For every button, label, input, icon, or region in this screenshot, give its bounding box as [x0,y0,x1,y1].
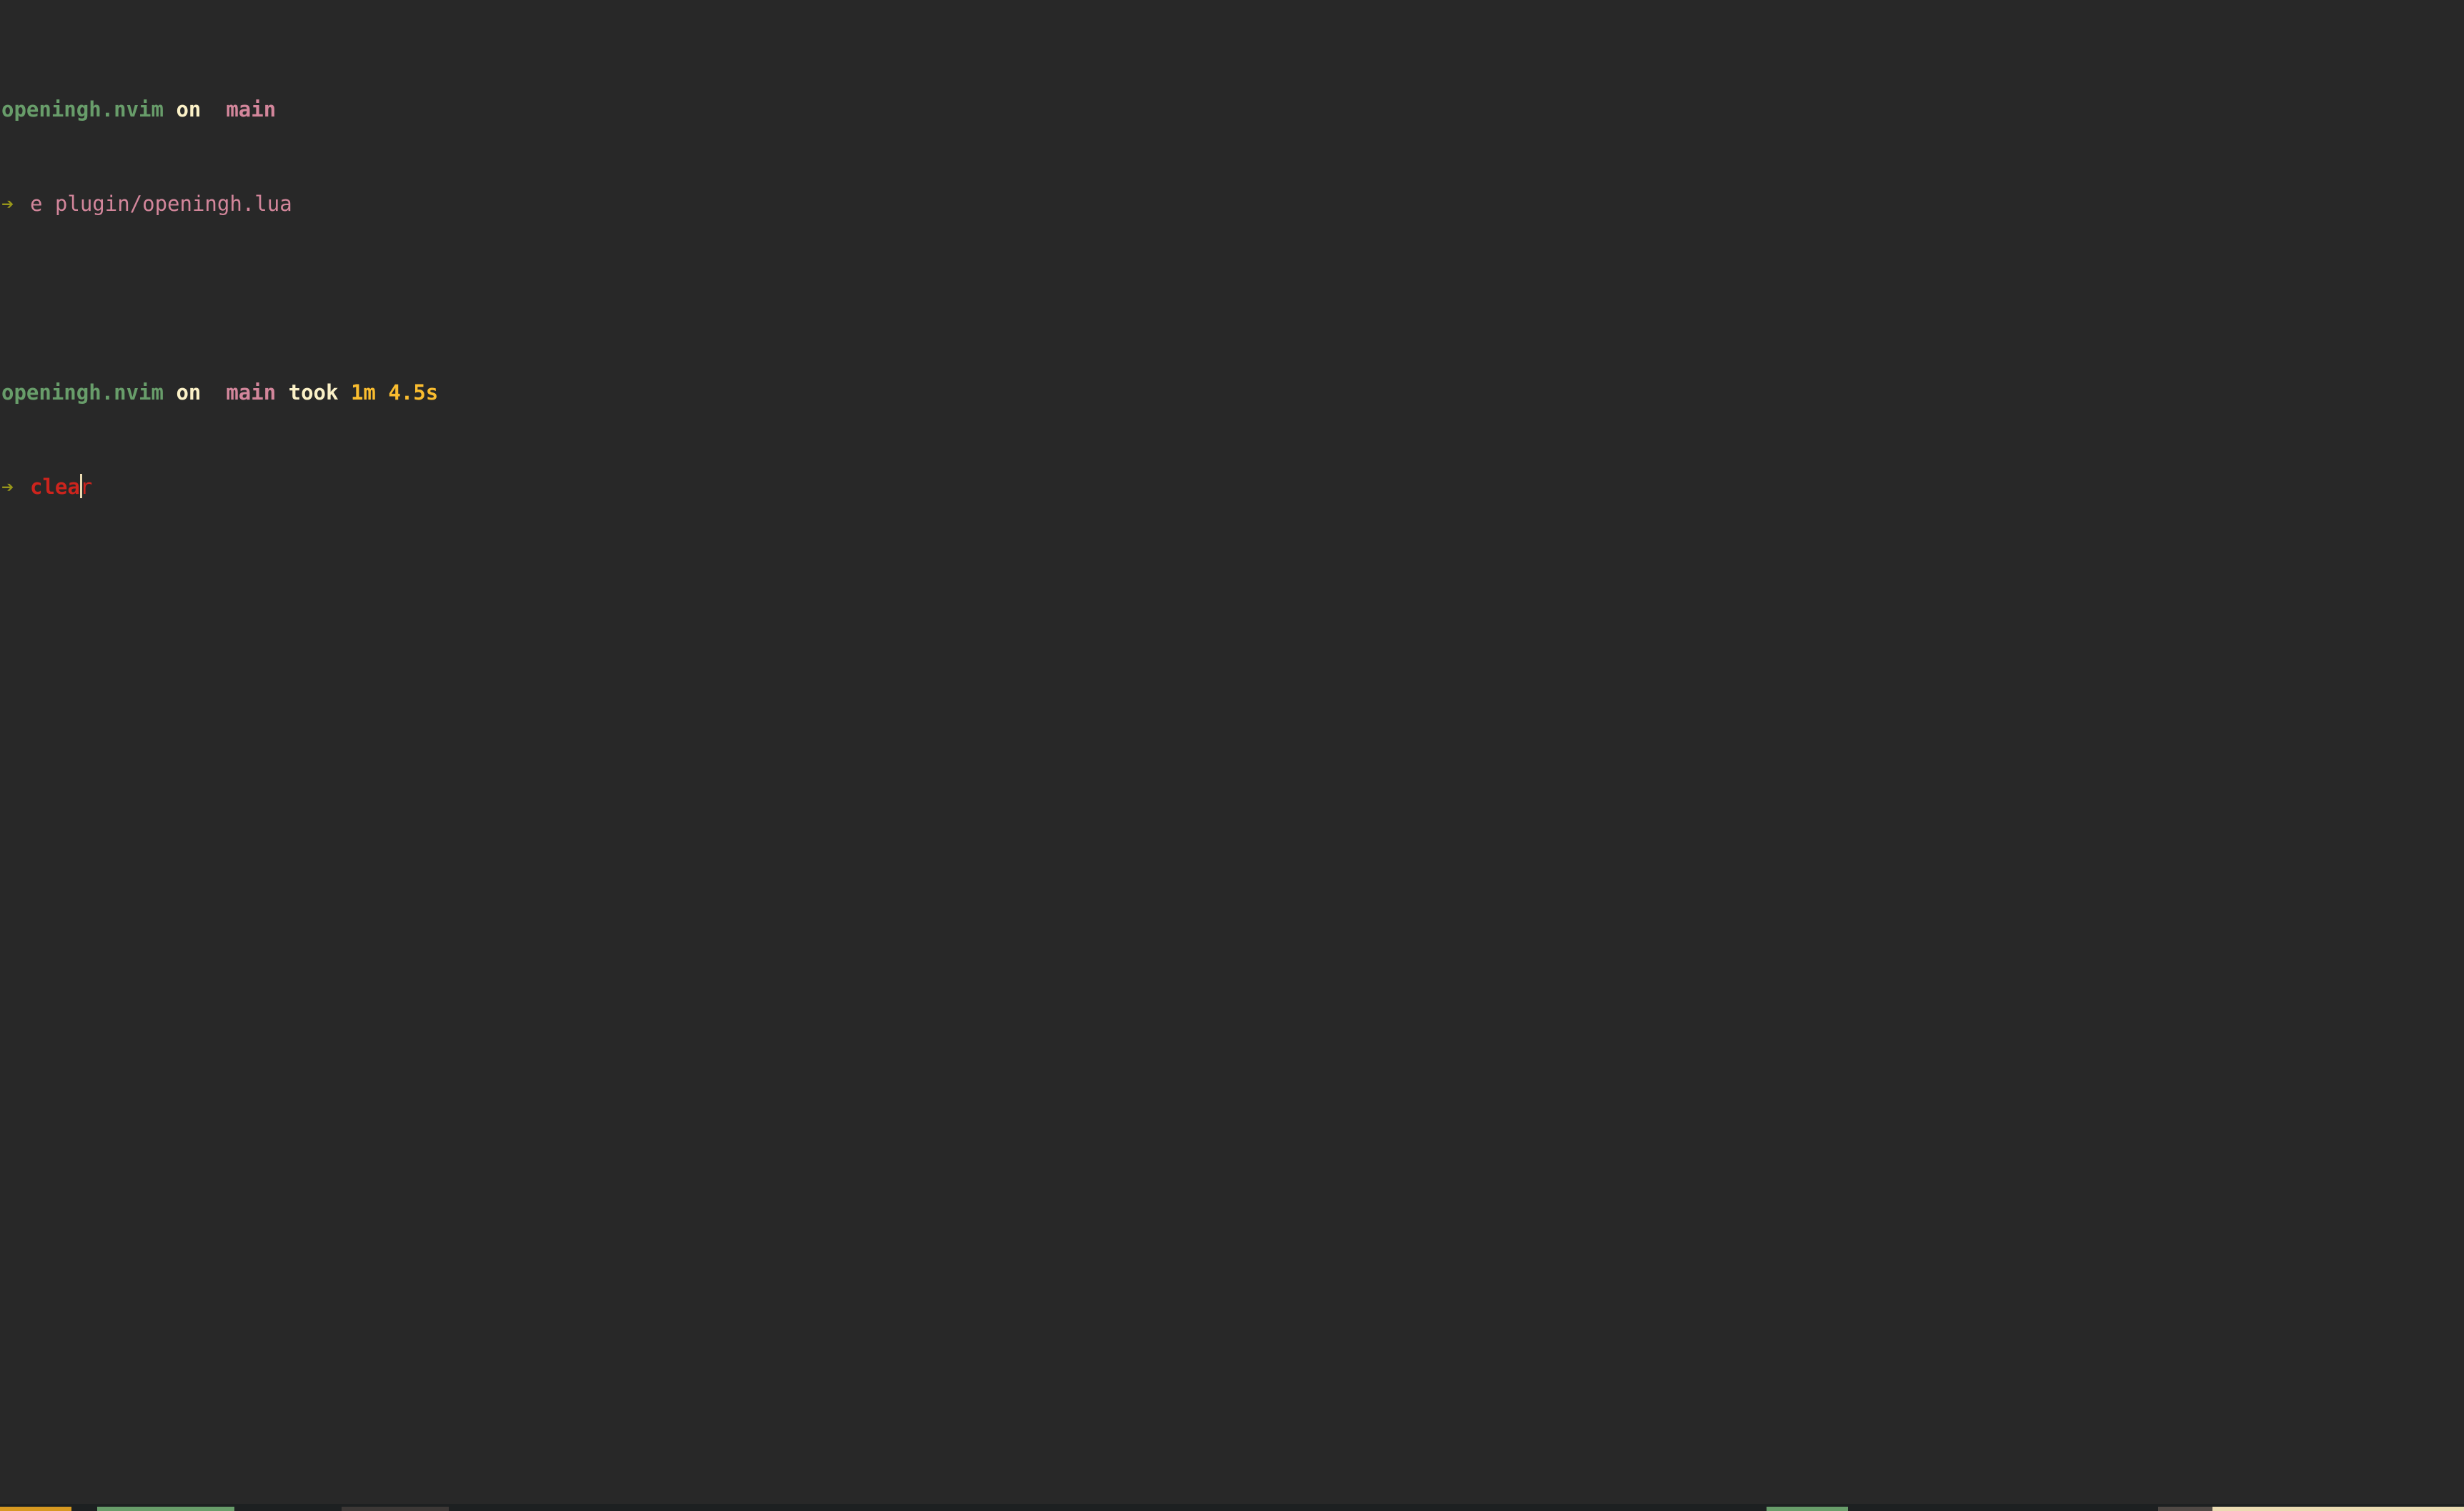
status-segment [2212,1507,2464,1511]
prompt-arrow-icon: ➔ [1,475,14,499]
command-autosuggestion: r [79,475,93,499]
command-input-typed[interactable]: clea [30,475,80,499]
git-branch-name: main [226,97,277,122]
prompt-line-1: openingh.nvim on main [0,94,2464,125]
directory-name: openingh.nvim [1,380,164,405]
executed-command: e plugin/openingh.lua [30,192,292,216]
status-segment [2158,1507,2212,1511]
git-branch-name: main [226,380,277,405]
status-segment [0,1507,71,1511]
command-line-2[interactable]: ➔ clear [0,471,2464,502]
status-segment [342,1507,449,1511]
status-segment [97,1507,234,1511]
prompt-line-2: openingh.nvim on main took 1m 4.5s [0,377,2464,408]
command-line-1: ➔ e plugin/openingh.lua [0,188,2464,219]
bottom-status-bar [0,1504,2464,1511]
on-label: on [176,97,202,122]
prompt-arrow-icon: ➔ [1,192,14,216]
status-segment [1767,1507,1848,1511]
terminal-window[interactable]: openingh.nvim on main ➔ e plugin/openingh… [0,0,2464,1504]
on-label: on [176,380,202,405]
took-label: took [288,380,339,405]
directory-name: openingh.nvim [1,97,164,122]
command-duration: 1m 4.5s [350,380,439,405]
